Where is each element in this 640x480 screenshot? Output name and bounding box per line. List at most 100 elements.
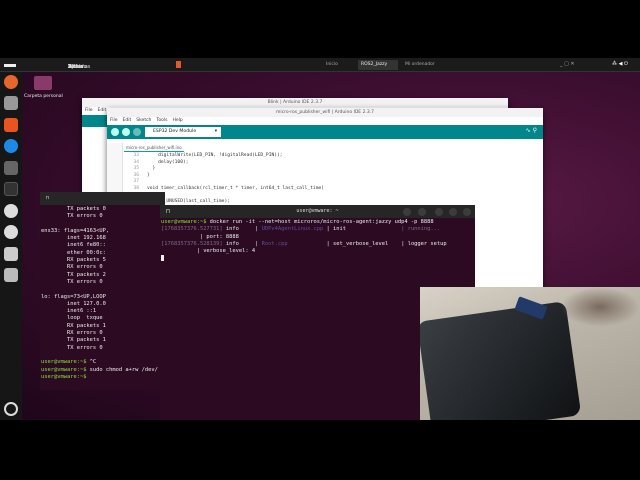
help-icon[interactable] [4,139,18,153]
prompt-line: user@vmware:~$ [41,374,165,381]
terminal-line: lo: flags=73<UP,LOOP [41,293,106,300]
files-icon[interactable] [4,96,18,110]
search-icon[interactable] [403,207,411,216]
line-text: digitalWrite(LED_PIN, !digitalRead(LED_P… [147,153,283,158]
log-line: [1768357376.528139] info | Root.cpp | se… [161,240,447,247]
vm-menu-item[interactable]: Ayuda [68,64,83,70]
floppy-icon[interactable] [4,247,18,261]
command: sudo chmod a+rw /dev/ [86,366,158,373]
ide-menu-item[interactable]: Sketch [136,118,151,123]
terminal-line: ens33: flags=4163<UP, [41,227,110,234]
code-line: 33 digitalWrite(LED_PIN, !digitalRead(LE… [125,153,324,160]
home-folder-icon[interactable] [34,76,52,90]
disc-icon[interactable] [4,225,18,239]
window-title: micro-ros_publisher_wifi | Arduino IDE 2… [107,108,543,117]
terminal-line: inet6 ::1 [41,308,97,315]
status-icons[interactable]: ⁂ ◀ ⏻ [612,61,628,67]
menu-edit[interactable]: Edit [98,108,107,113]
maximize-icon[interactable] [449,207,457,216]
line-number: 35 [133,166,139,172]
prompt: user@vmware:~$ [41,373,87,380]
line-number: 37 [133,179,139,185]
terminal-line: TX packets 1 [41,337,106,344]
terminal-line: RX packets 1 [41,322,106,329]
terminal-line: TX errors 0 [41,213,103,220]
prompt-line: user@vmware:~$ sudo chmod a+rw /dev/ [41,367,165,374]
menu-icon[interactable] [418,207,426,216]
line-text: } [147,166,156,172]
menu-file[interactable]: File [85,108,93,113]
tab-inicio[interactable]: Inicio [323,60,341,70]
terminal-line: TX errors 0 [41,344,103,351]
terminal-line: loop txque [41,315,103,322]
terminal-line: RX packets 5 [41,257,106,264]
hand-image [560,287,640,327]
line-text: void timer_callback(rcl_timer_t * timer,… [147,185,325,191]
prompt: user@vmware:~$ [41,359,87,366]
trash-icon[interactable] [4,268,18,282]
ide-menu-item[interactable]: Edit [123,118,132,123]
terminal-header: ⊓ user@vmware: ~ [160,205,475,218]
window-controls[interactable]: _ ▢ ✕ [560,61,575,67]
pause-icon[interactable] [176,61,181,68]
board-selector[interactable]: ESP32 Dev Module ▾ [145,127,221,137]
log-line: [1768357376.527731] info | UDPv4AgentLin… [161,226,441,233]
verify-button[interactable] [111,128,119,136]
left-terminal[interactable]: ⊓ TX packets 0 TX errors 0 ens33: flags=4… [40,192,165,390]
command: ^C [86,359,97,366]
line-number: 33 [133,153,139,158]
serial-monitor-icon[interactable]: ∿ ⚲ [526,127,537,134]
firefox-icon[interactable] [4,75,18,89]
code-line: 36} [125,173,324,180]
disc-icon[interactable] [4,204,18,218]
home-folder-label: Carpeta personal [24,94,63,99]
new-tab-icon[interactable]: ⊓ [166,205,170,218]
code-line: 37 [125,179,324,186]
terminal-title: user@vmware: ~ [296,208,339,214]
terminal-icon[interactable] [4,182,18,196]
terminal-line: RX errors 0 [41,330,103,337]
code-line: 35 } [125,166,324,173]
dock [0,72,22,420]
terminal-line: TX packets 2 [41,271,106,278]
prompt-line: user@vmware:~$ ^C [41,359,165,366]
ide-menu-item[interactable]: File [110,118,118,123]
tab-ros2-jazzy[interactable]: ROS2_Jazzy [358,60,398,70]
minimize-icon[interactable] [435,207,443,216]
close-icon[interactable] [463,207,471,216]
show-apps-icon[interactable] [4,402,18,416]
file-tab[interactable]: micro-ros_publisher_wifi.ino [124,144,184,152]
terminal-line: RX errors 0 [41,264,103,271]
terminal-line: inet 192.168 [41,235,106,242]
board-name: ESP32 Dev Module [153,129,197,134]
prompt: user@vmware:~$ [161,219,207,225]
terminal-tab-icon: ⊓ [40,192,165,205]
window-title: Blink | Arduino IDE 2.3.7 [82,98,508,107]
ide-menu-item[interactable]: Help [173,118,183,123]
command: docker run -it --net=host microros/micro… [206,219,434,225]
terminal-line: ether 00:0c: [41,249,106,256]
log-line: | verbose_level: 4 [161,248,256,255]
tab-mi-ordenador[interactable]: Mi ordenador [402,60,438,70]
webcam-overlay [420,287,640,420]
debug-button[interactable] [133,128,141,136]
phone-image [420,301,582,420]
vm-menu-icon[interactable] [4,64,16,67]
terminal-line: TX packets 0 [41,206,106,212]
terminal-line: inet6 fe80:: [41,242,106,249]
terminal-line: TX errors 0 [41,278,103,285]
line-text: } [147,172,150,178]
settings-icon[interactable] [4,161,18,175]
command [86,374,89,380]
log-line: | port: 8888 [161,233,239,240]
ide-menu-item[interactable]: Tools [156,118,167,123]
app-center-icon[interactable] [4,118,18,132]
prompt: user@vmware:~$ [41,366,87,373]
line-text: delay(100); [147,159,189,165]
vmware-toolbar: Archivo Editar Ver VM Pestañas Ayuda Inicio R… [0,58,640,72]
upload-button[interactable] [122,128,130,136]
terminal-line: inet 127.0.0 [41,300,106,307]
